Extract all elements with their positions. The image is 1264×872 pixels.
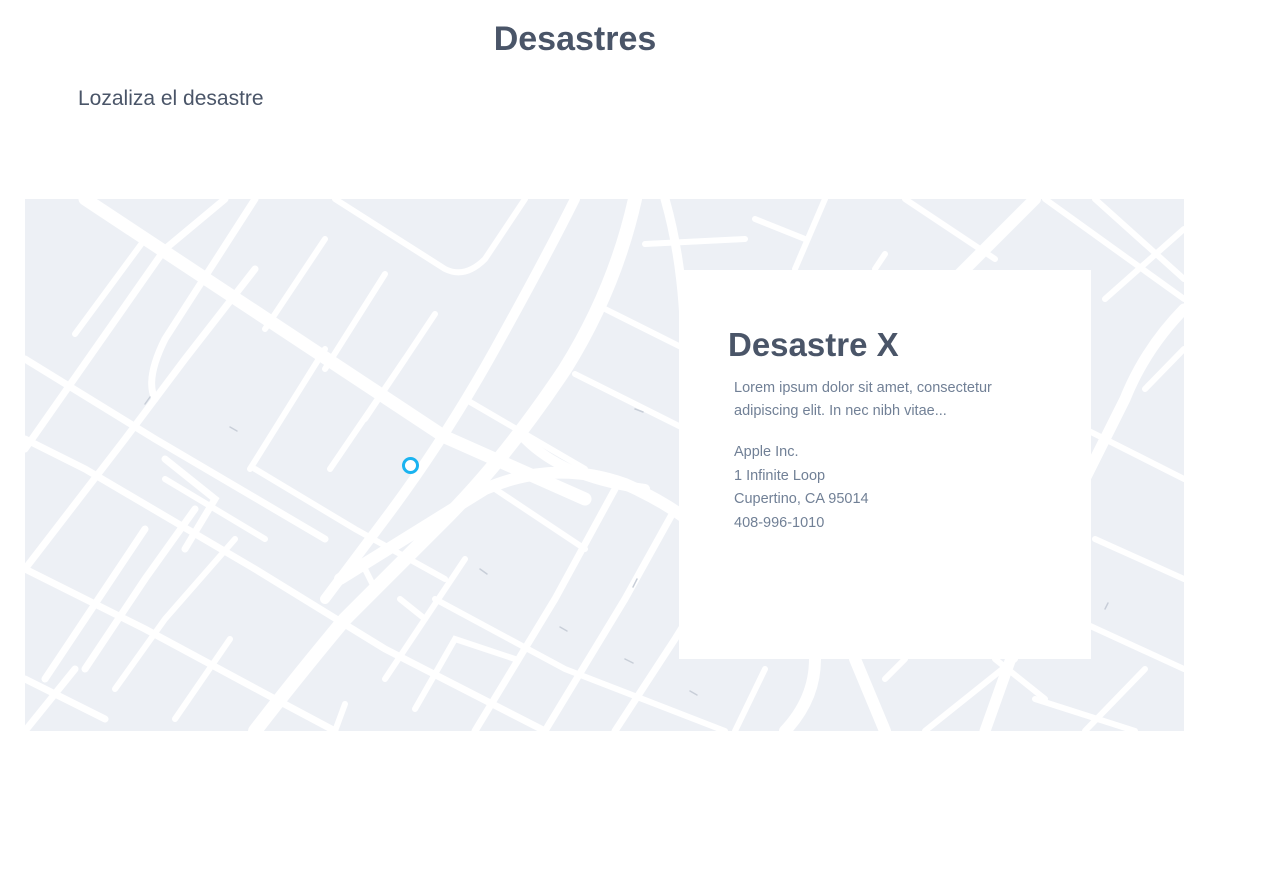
location-pin-icon[interactable]: [402, 457, 419, 474]
address-line: Cupertino, CA 95014: [734, 491, 869, 507]
info-card-address: Apple Inc. 1 Infinite Loop Cupertino, CA…: [734, 441, 1091, 535]
address-line: Apple Inc.: [734, 444, 799, 460]
info-card-description: Lorem ipsum dolor sit amet, consectetur …: [734, 380, 992, 419]
page-subtitle: Lozaliza el desastre: [78, 87, 264, 110]
info-card-title: Desastre X: [728, 326, 899, 363]
info-card: Desastre X Lorem ipsum dolor sit amet, c…: [679, 270, 1091, 659]
address-line: 1 Infinite Loop: [734, 467, 826, 484]
address-phone: 408-996-1010: [734, 514, 825, 531]
page-title: Desastres: [493, 20, 657, 58]
map[interactable]: Desastre X Lorem ipsum dolor sit amet, c…: [25, 199, 1184, 731]
